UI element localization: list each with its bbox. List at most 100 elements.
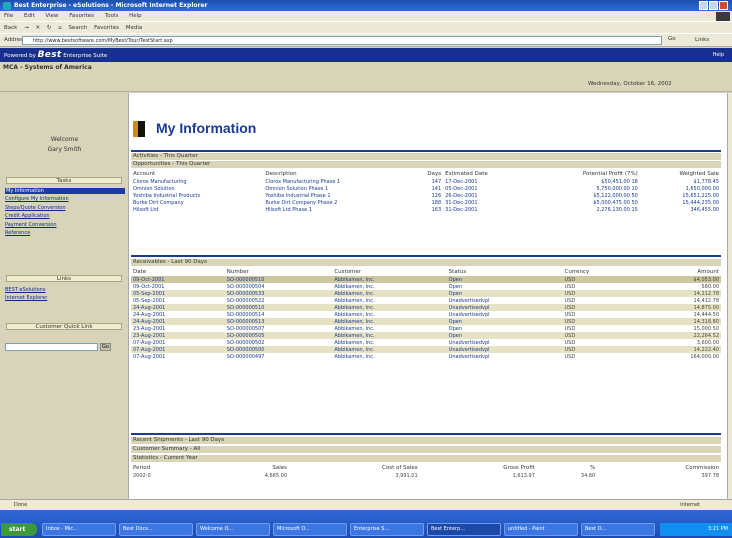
- menu-tools[interactable]: Tools: [105, 13, 119, 19]
- sidebar: Welcome Gary Smith Tasks My Information …: [0, 93, 129, 499]
- welcome-label: Welcome: [50, 136, 79, 143]
- column-header: Weighted Sale: [639, 170, 721, 178]
- menu-file[interactable]: File: [4, 13, 13, 19]
- receivable-row[interactable]: 24-Aug-2001 SO-000000514 Abbikamen, Inc. Un…: [131, 311, 721, 318]
- table-cell: Yoshiba Industrial Phase 1: [265, 192, 331, 199]
- opportunity-row[interactable]: Omnion Solution Omnion Solution Phase 1 14…: [131, 185, 721, 192]
- current-date: Wednesday, October 16, 2002: [588, 81, 672, 87]
- links-button[interactable]: Links: [695, 37, 709, 43]
- menu-view[interactable]: View: [45, 13, 58, 19]
- table-cell: Abbikamen, Inc.: [332, 346, 447, 353]
- quicklink-go-button[interactable]: Go: [100, 343, 111, 351]
- back-button[interactable]: Back: [4, 25, 17, 31]
- table-cell: Hilsoft Ltd Phase 1: [265, 206, 312, 213]
- go-button[interactable]: Go: [668, 36, 676, 42]
- task-configure[interactable]: Configure My Information: [5, 196, 69, 202]
- section-shipments[interactable]: Recent Shipments - Last 90 Days: [131, 437, 721, 444]
- taskbar-button[interactable]: Best Docs...: [119, 523, 193, 536]
- customer-quicklink-input[interactable]: [5, 343, 98, 351]
- table-cell: SO-000000502: [226, 339, 265, 346]
- menu-favorites[interactable]: Favorites: [69, 13, 94, 19]
- refresh-button[interactable]: ↻: [47, 25, 52, 31]
- receivable-row[interactable]: 07-Aug-2001 SO-000000497 Abbikamen, Inc. Un…: [131, 353, 721, 360]
- media-button[interactable]: Media: [126, 25, 143, 31]
- table-cell: $4,053.00: [636, 276, 721, 283]
- task-credit-application[interactable]: Credit Application: [5, 213, 50, 219]
- task-my-information[interactable]: My Information: [5, 188, 125, 194]
- taskbar-button[interactable]: Best O...: [581, 523, 655, 536]
- statistics-row[interactable]: 2002-0 4,665.00 3,991.01 1,613.97 34.60 397.7…: [131, 472, 721, 479]
- table-cell: 5,750,000.00 10: [596, 185, 638, 192]
- column-header: Commission: [597, 464, 721, 472]
- task-payment-conversion[interactable]: Payment Conversion: [5, 222, 57, 228]
- opportunity-row[interactable]: Hilsoft Ltd Hilsoft Ltd Phase 1 163 31-Dec-…: [131, 206, 721, 213]
- taskbar-button[interactable]: Inbox - Mic...: [42, 523, 116, 536]
- address-row: Address http://www.bestsoftware.com/MyBe…: [0, 33, 732, 47]
- task-reference[interactable]: Reference: [5, 230, 30, 236]
- table-cell: Abbikamen, Inc.: [334, 339, 375, 346]
- table-cell: Open: [446, 332, 563, 339]
- table-cell: 1,613.97: [512, 472, 535, 479]
- receivable-row[interactable]: 23-Aug-2001 SO-000000505 Abbikamen, Inc. Op…: [131, 332, 721, 339]
- receivable-row[interactable]: 05-Sep-2001 SO-000000522 Abbikamen, Inc. Un…: [131, 297, 721, 304]
- section-receivables[interactable]: Receivables - Last 90 Days: [131, 259, 721, 266]
- table-cell: 141: [431, 185, 442, 192]
- tasks-header: Tasks: [6, 177, 122, 184]
- stop-button[interactable]: ✕: [35, 25, 40, 31]
- menu-edit[interactable]: Edit: [24, 13, 35, 19]
- opportunity-row[interactable]: Clorox Manufacturing Clorox Manufacturing…: [131, 178, 721, 185]
- taskbar-button[interactable]: Best Enterp...: [427, 523, 501, 536]
- divider: [131, 433, 721, 435]
- menu-help[interactable]: Help: [129, 13, 142, 19]
- minimize-button[interactable]: [699, 1, 708, 10]
- close-button[interactable]: [719, 1, 728, 10]
- help-link[interactable]: Help: [713, 48, 724, 62]
- table-cell: Abbikamen, Inc.: [334, 353, 375, 360]
- table-cell: Abbikamen, Inc.: [332, 332, 447, 339]
- link-best-esolutions[interactable]: BEST eSolutions: [5, 287, 45, 293]
- home-button[interactable]: ⌂: [58, 25, 62, 31]
- maximize-button[interactable]: [709, 1, 718, 10]
- receivable-row[interactable]: 09-Oct-2001 SO-000000504 Abbikamen, Inc. Op…: [131, 283, 721, 290]
- table-cell: USD: [564, 311, 576, 318]
- receivable-row[interactable]: 24-Aug-2001 SO-000000513 Abbikamen, Inc. Op…: [131, 318, 721, 325]
- receivables-table: Date Number Customer Status Currency Amount 0…: [131, 268, 721, 360]
- receivable-row[interactable]: 05-Sep-2001 SO-000000533 Abbikamen, Inc. Op…: [131, 290, 721, 297]
- table-cell: SO-000000497: [226, 353, 265, 360]
- divider: [131, 255, 721, 257]
- table-cell: Unadvertisedvpl: [446, 304, 563, 311]
- table-cell: 23-Aug-2001: [133, 325, 166, 332]
- receivable-row[interactable]: 07-Aug-2001 SO-000000500 Abbikamen, Inc. Un…: [131, 346, 721, 353]
- link-internet-explorer[interactable]: Internet Explorer: [5, 295, 47, 301]
- taskbar-button[interactable]: Welcome O...: [196, 523, 270, 536]
- receivable-row[interactable]: 23-Aug-2001 SO-000000507 Abbikamen, Inc. Op…: [131, 325, 721, 332]
- forward-button[interactable]: →: [24, 25, 29, 31]
- table-cell: 15,444,235.00: [682, 199, 719, 206]
- receivable-row[interactable]: 07-Aug-2001 SO-000000502 Abbikamen, Inc. Un…: [131, 339, 721, 346]
- section-activities[interactable]: Activities - This Quarter: [131, 153, 721, 160]
- section-customer-summary[interactable]: Customer Summary - All: [131, 446, 721, 453]
- column-header: Period: [131, 464, 203, 472]
- section-opportunities[interactable]: Opportunities - This Quarter: [131, 161, 721, 168]
- receivable-row[interactable]: 24-Aug-2001 SO-000000510 Abbikamen, Inc. Un…: [131, 304, 721, 311]
- taskbar-button[interactable]: Enterprise S...: [350, 523, 424, 536]
- column-header: Gross Profit: [419, 464, 537, 472]
- taskbar-button[interactable]: Microsoft O...: [273, 523, 347, 536]
- receivable-row[interactable]: 09-Oct-2001 SO-000000510 Abbikamen, Inc. Op…: [131, 276, 721, 283]
- search-button[interactable]: Search: [68, 25, 87, 31]
- start-button[interactable]: start: [1, 523, 37, 536]
- taskbar-button[interactable]: untitled - Paint: [504, 523, 578, 536]
- table-cell: 34.60: [580, 472, 596, 479]
- table-cell: USD: [564, 339, 576, 346]
- favorites-button[interactable]: Favorites: [94, 25, 119, 31]
- table-header-row: Date Number Customer Status Currency Amount: [131, 268, 721, 276]
- vertical-scrollbar[interactable]: [727, 93, 732, 499]
- opportunity-row[interactable]: Yoshiba Industrial Products Yoshiba Indus…: [131, 192, 721, 199]
- opportunity-row[interactable]: Burke Dirt Company Burke Dirt Company Pha…: [131, 199, 721, 206]
- task-quote-conversion[interactable]: Steps/Quote Conversion: [5, 205, 66, 211]
- table-cell: 2002-0: [133, 472, 151, 479]
- section-statistics[interactable]: Statistics - Current Year: [131, 455, 721, 462]
- table-cell: 24-Aug-2001: [133, 311, 166, 318]
- address-input[interactable]: http://www.bestsoftware.com/MyBest/Tour/…: [22, 36, 662, 45]
- column-header: Status: [446, 268, 563, 276]
